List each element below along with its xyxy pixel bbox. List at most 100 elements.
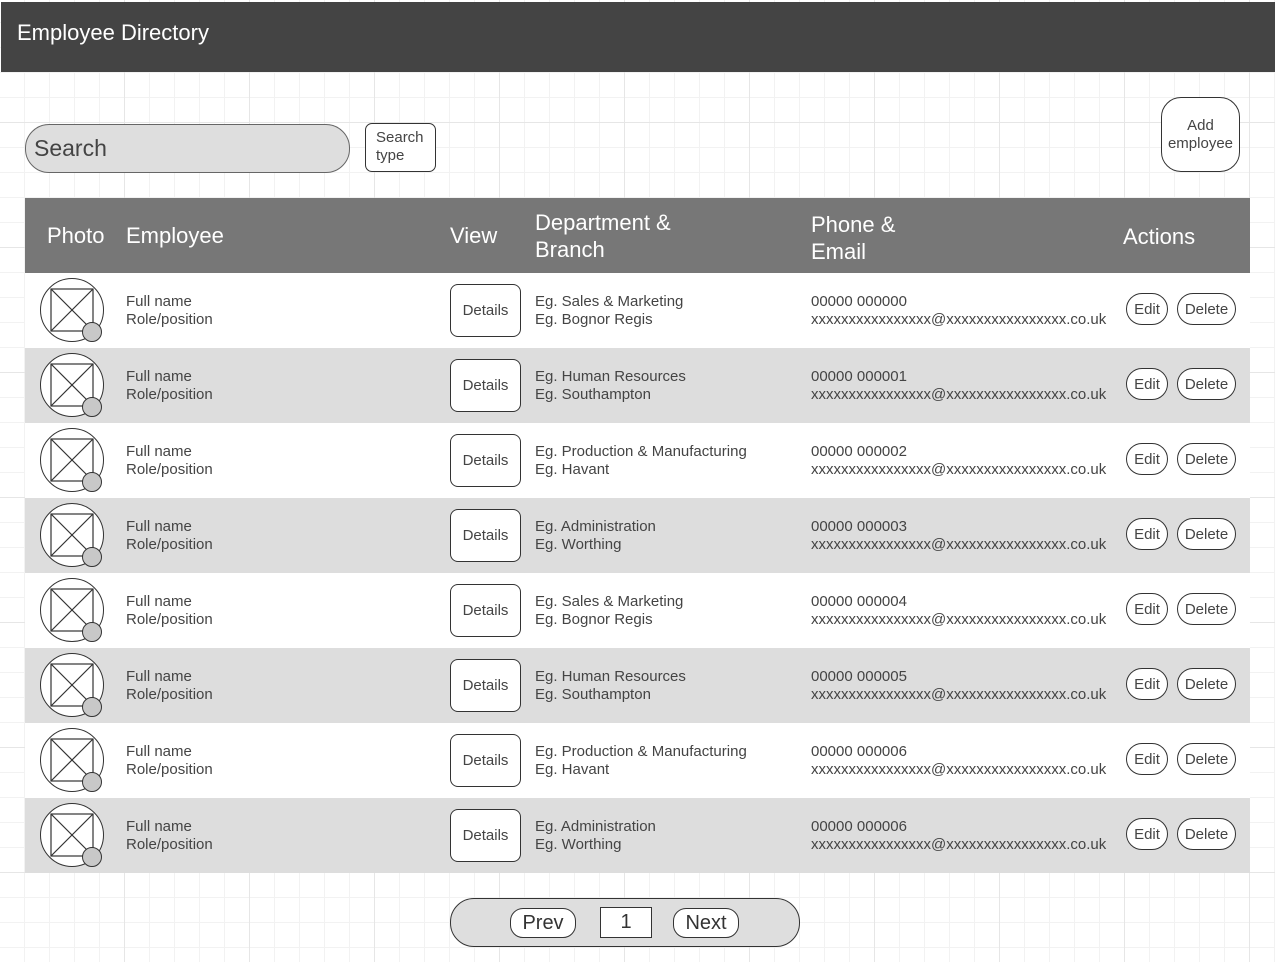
employee-photo-placeholder (40, 728, 104, 792)
employee-name: Full name (126, 443, 192, 460)
phone-number: 00000 000002 (811, 443, 907, 460)
status-dot-icon (82, 697, 102, 717)
employee-photo-placeholder (40, 653, 104, 717)
contact-cell: 00000 000002 xxxxxxxxxxxxxxxx@xxxxxxxxxxx… (811, 443, 1106, 479)
status-dot-icon (82, 397, 102, 417)
department-name: Eg. Human Resources (535, 368, 686, 385)
column-header-department-line2: Branch (535, 237, 605, 262)
employee-cell: Full name Role/position (126, 443, 213, 479)
phone-number: 00000 000003 (811, 518, 907, 535)
edit-button[interactable]: Edit (1126, 593, 1168, 625)
employee-role: Role/position (126, 611, 213, 628)
contact-cell: 00000 000003 xxxxxxxxxxxxxxxx@xxxxxxxxxxx… (811, 518, 1106, 554)
page-number: 1 (600, 907, 652, 938)
delete-button[interactable]: Delete (1177, 368, 1236, 400)
edit-button[interactable]: Edit (1126, 818, 1168, 850)
edit-button[interactable]: Edit (1126, 293, 1168, 325)
table-row: Full name Role/position Details Eg. Sales &… (25, 573, 1250, 648)
details-button[interactable]: Details (450, 359, 521, 412)
email-address: xxxxxxxxxxxxxxxx@xxxxxxxxxxxxxxxx.co.uk (811, 686, 1107, 703)
employee-name: Full name (126, 818, 192, 835)
status-dot-icon (82, 847, 102, 867)
phone-number: 00000 000004 (811, 593, 907, 610)
branch-name: Eg. Havant (535, 761, 610, 778)
employee-role: Role/position (126, 686, 213, 703)
edit-button[interactable]: Edit (1126, 668, 1168, 700)
email-address: xxxxxxxxxxxxxxxx@xxxxxxxxxxxxxxxx.co.uk (811, 386, 1107, 403)
status-dot-icon (82, 547, 102, 567)
delete-button[interactable]: Delete (1177, 593, 1236, 625)
delete-button[interactable]: Delete (1177, 818, 1236, 850)
contact-cell: 00000 000001 xxxxxxxxxxxxxxxx@xxxxxxxxxxx… (811, 368, 1106, 404)
employee-photo-placeholder (40, 803, 104, 867)
branch-name: Eg. Havant (535, 461, 610, 478)
table-row: Full name Role/position Details Eg. Human R… (25, 348, 1250, 423)
contact-cell: 00000 000000 xxxxxxxxxxxxxxxx@xxxxxxxxxxx… (811, 293, 1106, 329)
edit-button[interactable]: Edit (1126, 743, 1168, 775)
search-type-button[interactable]: Search type (365, 123, 436, 172)
delete-button[interactable]: Delete (1177, 668, 1236, 700)
column-header-view: View (450, 223, 498, 248)
details-button[interactable]: Details (450, 584, 521, 637)
column-header-department: Department & Branch (535, 209, 671, 263)
employee-photo-placeholder (40, 503, 104, 567)
table-row: Full name Role/position Details Eg. Adminis… (25, 498, 1250, 573)
table-row: Full name Role/position Details Eg. Product… (25, 723, 1250, 798)
branch-name: Eg. Bognor Regis (535, 311, 653, 328)
table-row: Full name Role/position Details Eg. Adminis… (25, 798, 1250, 873)
details-button[interactable]: Details (450, 809, 521, 862)
phone-number: 00000 000001 (811, 368, 907, 385)
employee-role: Role/position (126, 461, 213, 478)
department-cell: Eg. Administration Eg. Worthing (535, 518, 656, 554)
email-address: xxxxxxxxxxxxxxxx@xxxxxxxxxxxxxxxx.co.uk (811, 836, 1107, 853)
department-cell: Eg. Production & Manufacturing Eg. Havant (535, 443, 747, 479)
status-dot-icon (82, 472, 102, 492)
next-page-button[interactable]: Next (673, 908, 739, 938)
department-name: Eg. Production & Manufacturing (535, 743, 747, 760)
email-address: xxxxxxxxxxxxxxxx@xxxxxxxxxxxxxxxx.co.uk (811, 611, 1107, 628)
branch-name: Eg. Worthing (535, 836, 622, 853)
delete-button[interactable]: Delete (1177, 743, 1236, 775)
employee-cell: Full name Role/position (126, 368, 213, 404)
delete-button[interactable]: Delete (1177, 293, 1236, 325)
delete-button[interactable]: Delete (1177, 518, 1236, 550)
column-header-phone-line1: Phone & (811, 212, 896, 237)
details-button[interactable]: Details (450, 284, 521, 337)
branch-name: Eg. Southampton (535, 386, 651, 403)
column-header-actions: Actions (1123, 224, 1196, 249)
department-name: Eg. Human Resources (535, 668, 686, 685)
employee-photo-placeholder (40, 353, 104, 417)
department-cell: Eg. Human Resources Eg. Southampton (535, 368, 686, 404)
employee-photo-placeholder (40, 578, 104, 642)
details-button[interactable]: Details (450, 509, 521, 562)
department-name: Eg. Production & Manufacturing (535, 443, 747, 460)
branch-name: Eg. Bognor Regis (535, 611, 653, 628)
department-name: Eg. Administration (535, 818, 656, 835)
employee-name: Full name (126, 593, 192, 610)
table-row: Full name Role/position Details Eg. Sales &… (25, 273, 1250, 348)
employee-photo-placeholder (40, 278, 104, 342)
employee-name: Full name (126, 743, 192, 760)
table-header: Photo Employee View Department & Branch … (25, 198, 1250, 273)
details-button[interactable]: Details (450, 434, 521, 487)
employee-photo-placeholder (40, 428, 104, 492)
details-button[interactable]: Details (450, 734, 521, 787)
department-cell: Eg. Sales & Marketing Eg. Bognor Regis (535, 293, 683, 329)
email-address: xxxxxxxxxxxxxxxx@xxxxxxxxxxxxxxxx.co.uk (811, 311, 1107, 328)
employee-role: Role/position (126, 536, 213, 553)
details-button[interactable]: Details (450, 659, 521, 712)
contact-cell: 00000 000004 xxxxxxxxxxxxxxxx@xxxxxxxxxxx… (811, 593, 1106, 629)
phone-number: 00000 000000 (811, 293, 907, 310)
prev-page-button[interactable]: Prev (510, 908, 576, 938)
edit-button[interactable]: Edit (1126, 368, 1168, 400)
table-row: Full name Role/position Details Eg. Human R… (25, 648, 1250, 723)
delete-button[interactable]: Delete (1177, 443, 1236, 475)
department-cell: Eg. Human Resources Eg. Southampton (535, 668, 686, 704)
employee-cell: Full name Role/position (126, 743, 213, 779)
search-input[interactable] (25, 124, 350, 173)
department-name: Eg. Administration (535, 518, 656, 535)
employee-name: Full name (126, 368, 192, 385)
add-employee-button[interactable]: Add employee (1161, 97, 1240, 172)
edit-button[interactable]: Edit (1126, 518, 1168, 550)
edit-button[interactable]: Edit (1126, 443, 1168, 475)
